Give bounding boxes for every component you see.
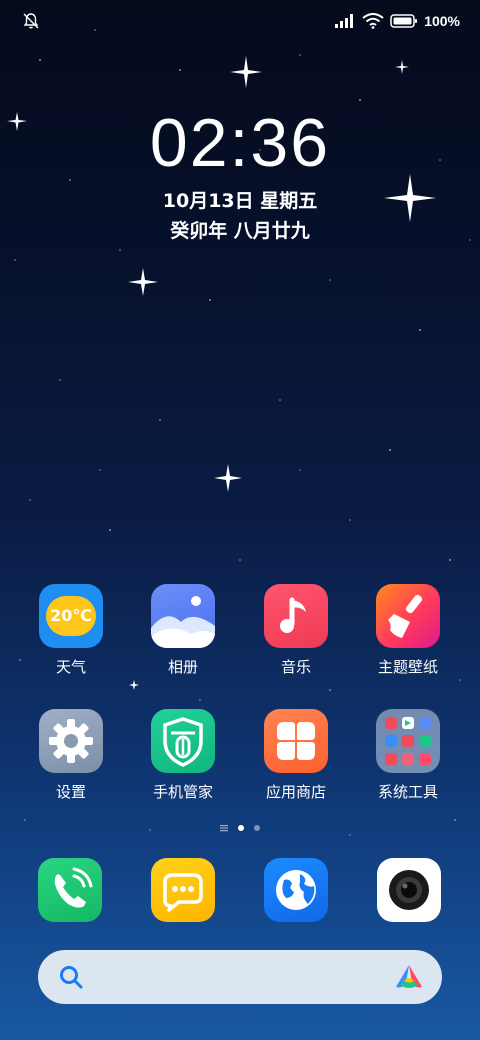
clock-time[interactable]: 02:36 [0,104,480,182]
page-indicator[interactable] [0,824,480,832]
app-folder-system-tools[interactable]: 系统工具 [358,709,458,802]
app-weather[interactable]: 20℃ 天气 [21,584,121,677]
app-label: 主题壁纸 [377,658,438,676]
menu-lines-icon [220,825,228,832]
page-dot[interactable] [254,825,260,831]
battery-icon [390,14,418,28]
dock-camera[interactable] [377,858,441,922]
search-bar[interactable] [38,950,442,1004]
dock-phone[interactable] [38,858,102,922]
messages-icon [151,858,215,922]
app-label: 天气 [55,658,86,676]
signal-icon [335,14,354,28]
app-label: 系统工具 [377,783,438,801]
clock-date: 10月13日 星期五 [162,190,318,212]
app-settings[interactable]: 设置 [21,709,121,802]
gallery-icon [151,584,215,648]
app-label: 设置 [55,783,86,801]
browser-icon [264,858,328,922]
app-theme[interactable]: 主题壁纸 [358,584,458,677]
bell-off-icon [23,13,39,29]
clock-lunar-date: 癸卯年 八月廿九 [170,220,310,242]
app-security[interactable]: 手机管家 [133,709,233,802]
settings-icon [39,709,103,773]
status-bar: 100% [0,0,480,40]
app-label: 相册 [167,658,198,676]
app-store-icon [264,709,328,773]
wifi-icon [362,13,384,29]
folder-icon [376,709,440,773]
app-gallery[interactable]: 相册 [133,584,233,677]
app-label: 应用商店 [265,783,326,801]
search-icon [60,966,83,989]
security-icon [151,709,215,773]
phone-icon [38,858,102,922]
dock-messages[interactable] [151,858,215,922]
assistant-icon[interactable] [394,963,424,991]
battery-percent: 100% [424,13,460,29]
music-icon [264,584,328,648]
app-store[interactable]: 应用商店 [246,709,346,802]
dock-browser[interactable] [264,858,328,922]
weather-temp-badge: 20℃ [50,606,92,625]
page-dot-active[interactable] [238,825,244,831]
app-label: 音乐 [280,658,311,676]
theme-icon [376,584,440,648]
weather-icon: 20℃ [39,584,103,648]
app-label: 手机管家 [152,783,213,801]
camera-icon [377,858,441,922]
app-music[interactable]: 音乐 [246,584,346,677]
